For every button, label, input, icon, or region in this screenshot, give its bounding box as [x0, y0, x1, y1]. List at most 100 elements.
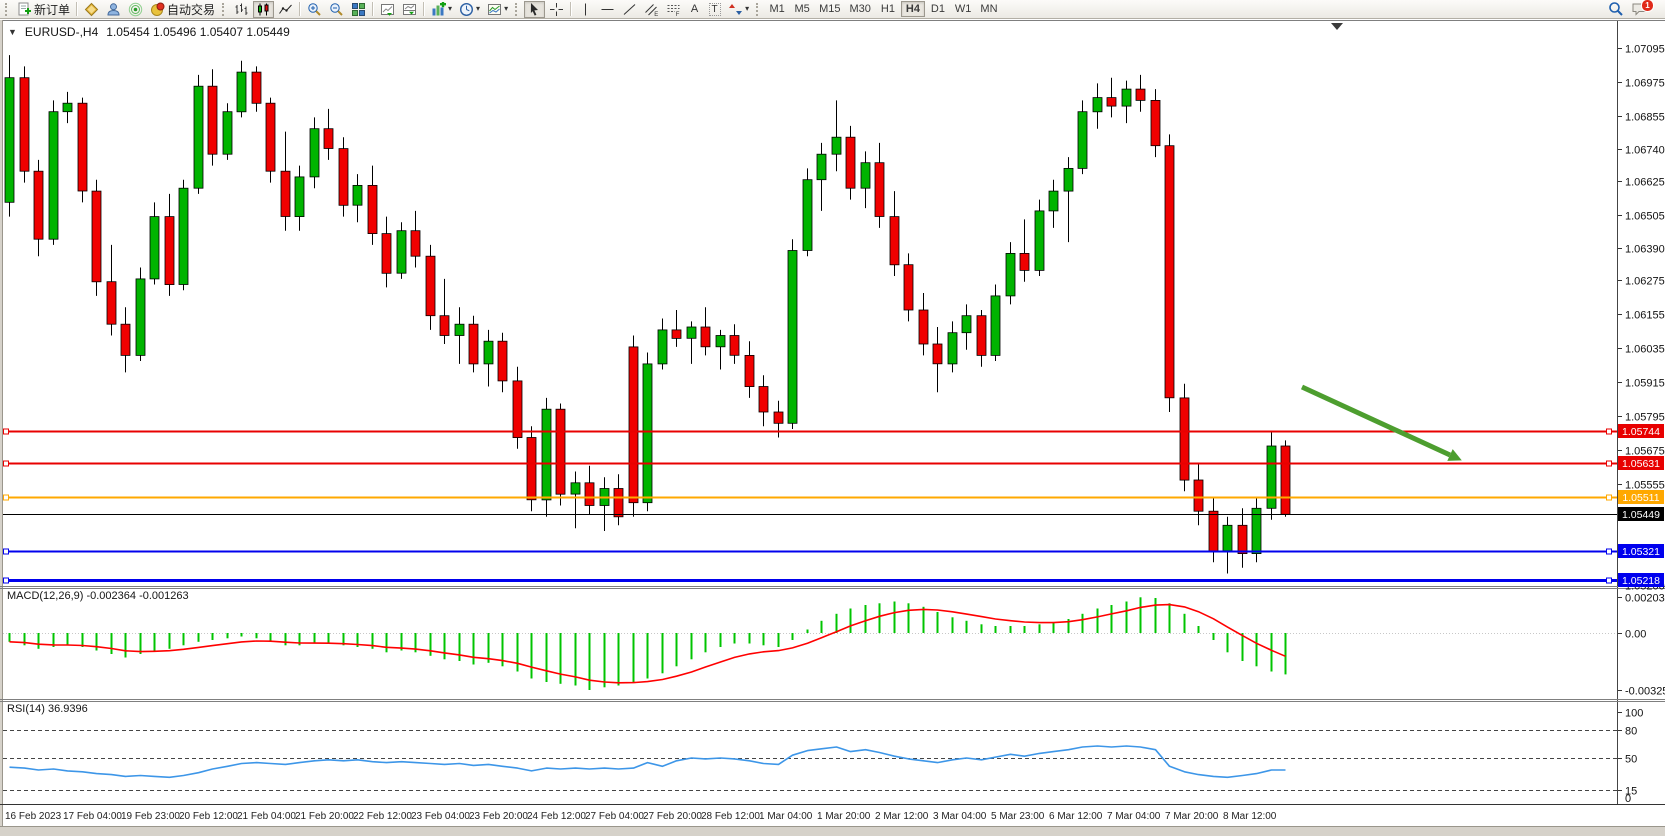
- auto-trading-icon: [150, 2, 165, 17]
- timeframe-M5[interactable]: M5: [790, 1, 814, 17]
- zoom-out-icon: [329, 2, 344, 17]
- toolbar-separator: [570, 2, 572, 16]
- periods-button[interactable]: ▾: [456, 1, 483, 18]
- timeframe-M15[interactable]: M15: [815, 1, 844, 17]
- timeframe-H4[interactable]: H4: [901, 1, 925, 17]
- pane-separator[interactable]: [0, 699, 1665, 700]
- auto-trading-label: 自动交易: [167, 1, 215, 18]
- arrows-button[interactable]: ▾: [725, 1, 752, 18]
- search-icon: [1608, 1, 1624, 17]
- cursor-button[interactable]: [524, 1, 545, 18]
- trendline-button[interactable]: [619, 1, 640, 18]
- svg-text:E: E: [654, 12, 658, 17]
- timeframe-bar: M1M5M15M30H1H4D1W1MN: [765, 1, 1001, 17]
- zoom-in-icon: [307, 2, 322, 17]
- dropdown-caret-icon: ▾: [448, 5, 452, 13]
- line-chart-button[interactable]: [275, 1, 296, 18]
- arrows-icon: [728, 2, 743, 17]
- crosshair-icon: [549, 2, 564, 17]
- timeframe-W1[interactable]: W1: [951, 1, 976, 17]
- equidistant-channel-button[interactable]: E: [641, 1, 662, 18]
- macd-pane[interactable]: [3, 589, 1617, 699]
- macd-indicator-label: MACD(12,26,9) -0.002364 -0.001263: [7, 590, 189, 602]
- new-order-label: 新订单: [34, 1, 70, 18]
- pane-separator[interactable]: [0, 588, 1665, 589]
- mt4-terminal: 新订单 自动交易: [0, 0, 1665, 836]
- toolbar-grip[interactable]: [756, 3, 761, 16]
- toolbar-grip[interactable]: [5, 3, 10, 16]
- text-icon: A: [691, 3, 698, 15]
- indicator-window-icon: [402, 2, 417, 17]
- candlestick-chart-icon: [256, 2, 271, 17]
- toolbar-separator: [372, 2, 374, 16]
- equidistant-channel-icon: E: [644, 2, 659, 17]
- dropdown-caret-icon: ▾: [504, 5, 508, 13]
- toolbar-separator: [299, 2, 301, 16]
- dropdown-caret-icon: ▾: [745, 5, 749, 13]
- window-edge: [0, 826, 1665, 836]
- search-button[interactable]: [1605, 1, 1627, 18]
- templates-button[interactable]: ▾: [484, 1, 511, 18]
- zoom-in-button[interactable]: [304, 1, 325, 18]
- signals-icon: [128, 2, 143, 17]
- text-label-button[interactable]: T: [705, 1, 724, 18]
- toolbar: 新订单 自动交易: [0, 0, 1665, 19]
- community-button[interactable]: [103, 1, 124, 18]
- toolbar-separator: [76, 2, 78, 16]
- one-click-trading-caret[interactable]: ▼: [8, 27, 17, 37]
- trendline-icon: [622, 2, 637, 17]
- template-icon: [487, 2, 502, 17]
- horizontal-line-button[interactable]: [597, 1, 618, 18]
- svg-text:F: F: [676, 12, 680, 17]
- vertical-line-icon: [578, 2, 593, 17]
- charts-profile-button[interactable]: [81, 1, 102, 18]
- timeframe-H1[interactable]: H1: [876, 1, 900, 17]
- timeframe-M30[interactable]: M30: [846, 1, 875, 17]
- tile-windows-button[interactable]: [348, 1, 369, 18]
- timeframe-M1[interactable]: M1: [765, 1, 789, 17]
- pane-separator[interactable]: [0, 586, 1665, 587]
- price-chart-pane[interactable]: [3, 21, 1617, 586]
- cursor-icon: [527, 2, 542, 17]
- ohlc-values: 1.05454 1.05496 1.05407 1.05449: [106, 25, 290, 39]
- add-indicator-icon: [431, 2, 446, 17]
- add-indicator-button[interactable]: ▾: [428, 1, 455, 18]
- tile-windows-icon: [351, 2, 366, 17]
- new-order-icon: [17, 2, 32, 17]
- bar-chart-icon: [234, 2, 249, 17]
- time-axis-border: [0, 804, 1665, 805]
- rsi-pane[interactable]: [3, 702, 1617, 804]
- auto-trading-button[interactable]: 自动交易: [147, 1, 218, 18]
- rsi-indicator-label: RSI(14) 36.9396: [7, 703, 88, 715]
- fibonacci-button[interactable]: F: [663, 1, 684, 18]
- notification-badge: 1: [1641, 0, 1654, 12]
- vertical-line-button[interactable]: [575, 1, 596, 18]
- line-chart-icon: [278, 2, 293, 17]
- crosshair-button[interactable]: [546, 1, 567, 18]
- zoom-out-button[interactable]: [326, 1, 347, 18]
- indicator-list-icon: [380, 2, 395, 17]
- fibonacci-icon: F: [666, 2, 681, 17]
- notifications-button[interactable]: 1: [1628, 1, 1651, 18]
- new-order-button[interactable]: 新订单: [14, 1, 73, 18]
- bar-chart-button[interactable]: [231, 1, 252, 18]
- timeframe-D1[interactable]: D1: [926, 1, 950, 17]
- toolbar-grip[interactable]: [222, 3, 227, 16]
- community-person-icon: [106, 2, 121, 17]
- text-button[interactable]: A: [685, 1, 704, 18]
- indicator-list-button[interactable]: [377, 1, 398, 18]
- symbol-period-label: EURUSD-,H4: [25, 25, 98, 39]
- charts-profile-icon: [84, 2, 99, 17]
- text-label-icon: T: [709, 3, 721, 16]
- time-axis[interactable]: [3, 805, 1665, 826]
- pane-separator[interactable]: [0, 701, 1665, 702]
- toolbar-grip[interactable]: [515, 3, 520, 16]
- timeframe-MN[interactable]: MN: [976, 1, 1001, 17]
- dropdown-caret-icon: ▾: [476, 5, 480, 13]
- candlestick-chart-button[interactable]: [253, 1, 274, 18]
- indicator-window-button[interactable]: [399, 1, 420, 18]
- signals-button[interactable]: [125, 1, 146, 18]
- toolbar-separator: [423, 2, 425, 16]
- price-axis[interactable]: [1617, 21, 1665, 804]
- periods-clock-icon: [459, 2, 474, 17]
